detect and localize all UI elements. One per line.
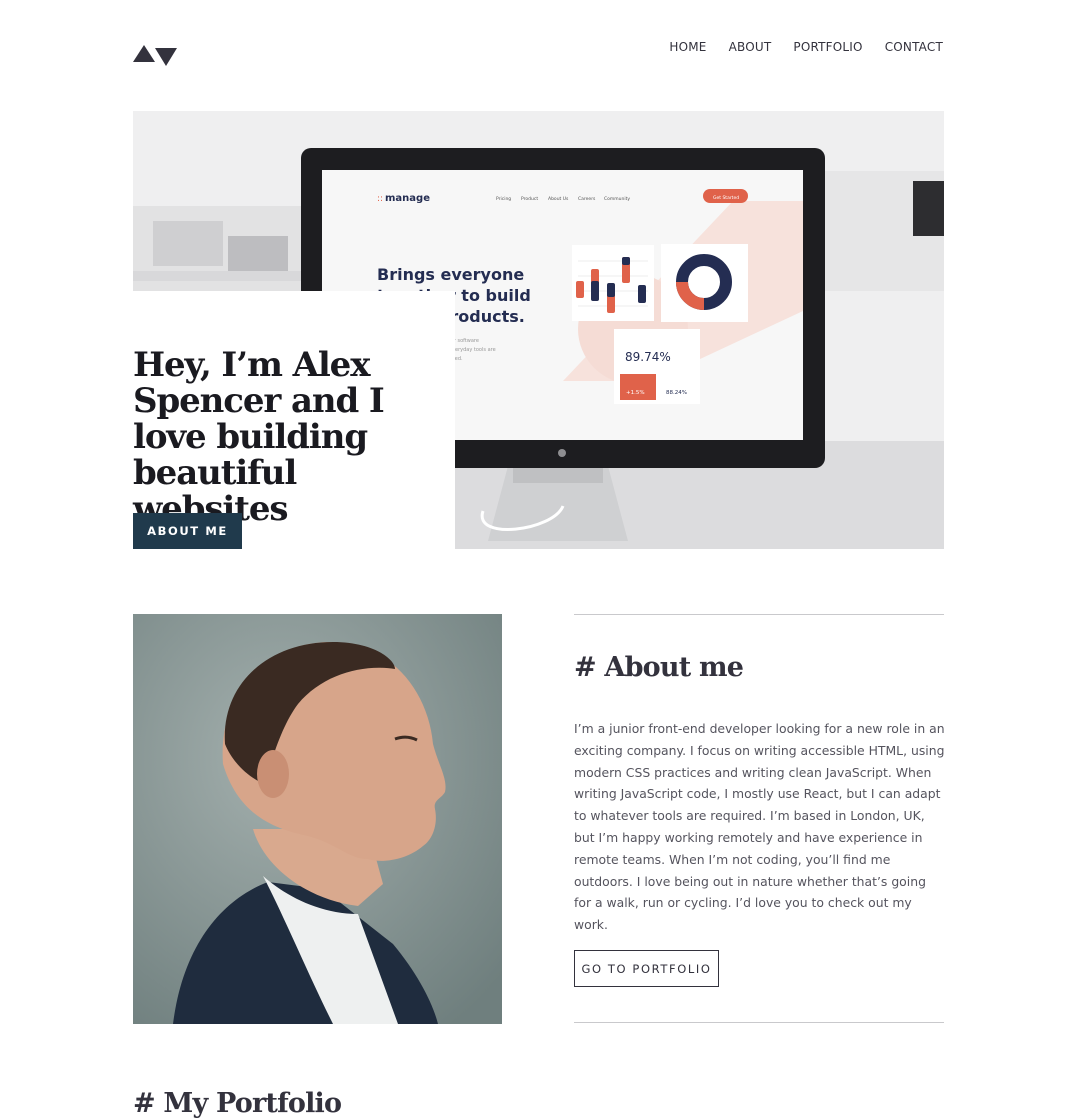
screen-link: About Us — [548, 196, 569, 202]
screen-brand: manage — [385, 193, 430, 204]
go-to-portfolio-button[interactable]: GO TO PORTFOLIO — [574, 950, 719, 987]
about-title: # About me — [574, 652, 744, 683]
screen-link: Community — [604, 196, 630, 202]
nav-portfolio-link[interactable]: PORTFOLIO — [793, 40, 862, 54]
portrait-illustration — [133, 614, 502, 1024]
screen-headline: Brings everyone — [377, 265, 524, 284]
about-divider-bottom — [574, 1022, 944, 1023]
portfolio-title: # My Portfolio — [133, 1088, 342, 1118]
screen-subtext: everyday tools are — [449, 347, 496, 353]
screen-link: Product — [521, 196, 538, 202]
about-description: I’m a junior front-end developer looking… — [574, 721, 945, 933]
about-divider-top — [574, 614, 944, 615]
screen-small-stat: 88.24% — [666, 390, 687, 396]
screen-badge: +1.5% — [626, 390, 645, 396]
screen-brand-dots: :: — [377, 194, 383, 204]
screen-stat: 89.74% — [625, 350, 671, 364]
nav-contact-link[interactable]: CONTACT — [885, 40, 943, 54]
about-me-button[interactable]: ABOUT ME — [133, 513, 242, 549]
main-nav: HOME ABOUT PORTFOLIO CONTACT — [647, 40, 943, 54]
screen-link: Careers — [578, 196, 596, 202]
screen-link: Pricing — [496, 196, 511, 202]
screen-cta: Get Started — [713, 195, 739, 201]
nav-about-link[interactable]: ABOUT — [729, 40, 772, 54]
nav-home-link[interactable]: HOME — [669, 40, 706, 54]
profile-photo — [133, 614, 502, 1024]
hero-title: Hey, I’m Alex Spencer and I love buildin… — [133, 345, 385, 529]
logo-icon[interactable] — [133, 44, 177, 66]
